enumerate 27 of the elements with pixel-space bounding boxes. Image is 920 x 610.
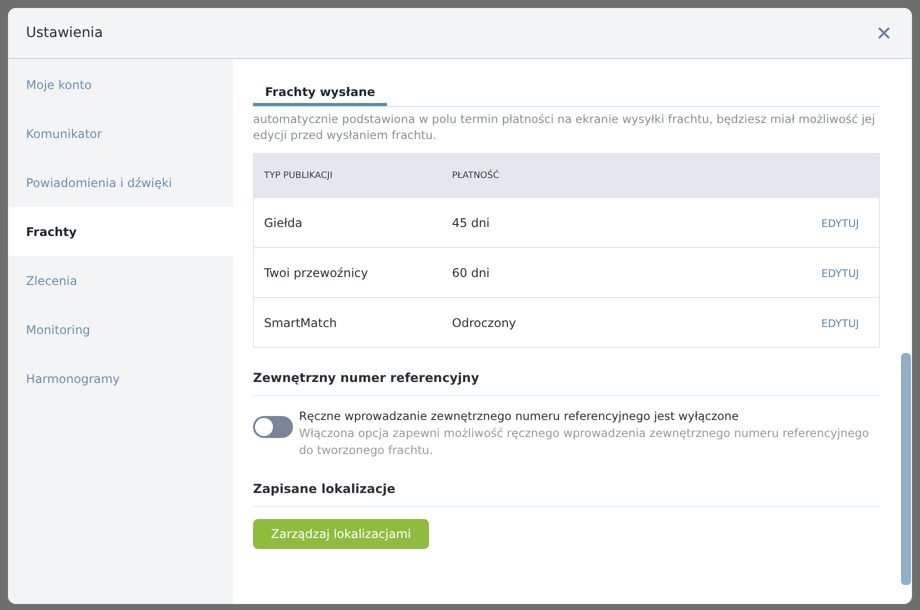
section-heading: Zewnętrzny numer referencyjny [253, 370, 880, 396]
description-text: automatycznie podstawiona w polu termin płatności na ekranie wysyłki frachtu, będziesz miał możliwość jej edycji przed wysłaniem frachtu. [253, 111, 876, 143]
table-cell-text: SmartMatch [263, 316, 338, 330]
toggle-switch[interactable] [253, 416, 293, 438]
sidebar-item[interactable]: Zlecenia [8, 256, 233, 305]
table-cell-text: 45 dni [451, 216, 491, 230]
table-cell-text: Twoi przewoźnicy [263, 266, 369, 280]
edit-link[interactable]: EDYTUJ [821, 268, 859, 280]
sidebar-item[interactable]: Frachty [8, 207, 233, 256]
toggle-label: Ręczne wprowadzanie zewnętrznego numeru referencyjnego jest wyłączone [299, 408, 740, 425]
edit-link[interactable]: EDYTUJ [821, 318, 859, 330]
window-title: Ustawienia [26, 25, 103, 41]
edit-link[interactable]: EDYTUJ [821, 218, 859, 230]
table-cell-text: Giełda [263, 216, 304, 230]
column-header: TYP PUBLIKACJI [263, 170, 334, 180]
sidebar-item[interactable]: Moje konto [8, 60, 233, 109]
table-cell-text: Odroczony [451, 316, 518, 330]
section-heading: Zapisane lokalizacje [253, 481, 880, 507]
manage-locations-button[interactable]: Zarządzaj lokalizacjami [253, 519, 429, 549]
sidebar-item[interactable]: Monitoring [8, 305, 233, 354]
column-header: PŁATNOŚĆ [451, 170, 500, 180]
table-cell-text: 60 dni [451, 266, 491, 280]
sidebar-item[interactable]: Harmonogramy [8, 354, 233, 403]
sidebar-item[interactable]: Komunikator [8, 109, 233, 158]
toggle-hint: Włączona opcja zapewni możliwość ręcznego wprowadzenia zewnętrznego numeru referencyjnego do tworzonego frachtu. [299, 425, 870, 459]
tab[interactable]: Frachty wysłane [253, 79, 388, 106]
sidebar-item[interactable]: Powiadomienia i dźwięki [8, 158, 233, 207]
